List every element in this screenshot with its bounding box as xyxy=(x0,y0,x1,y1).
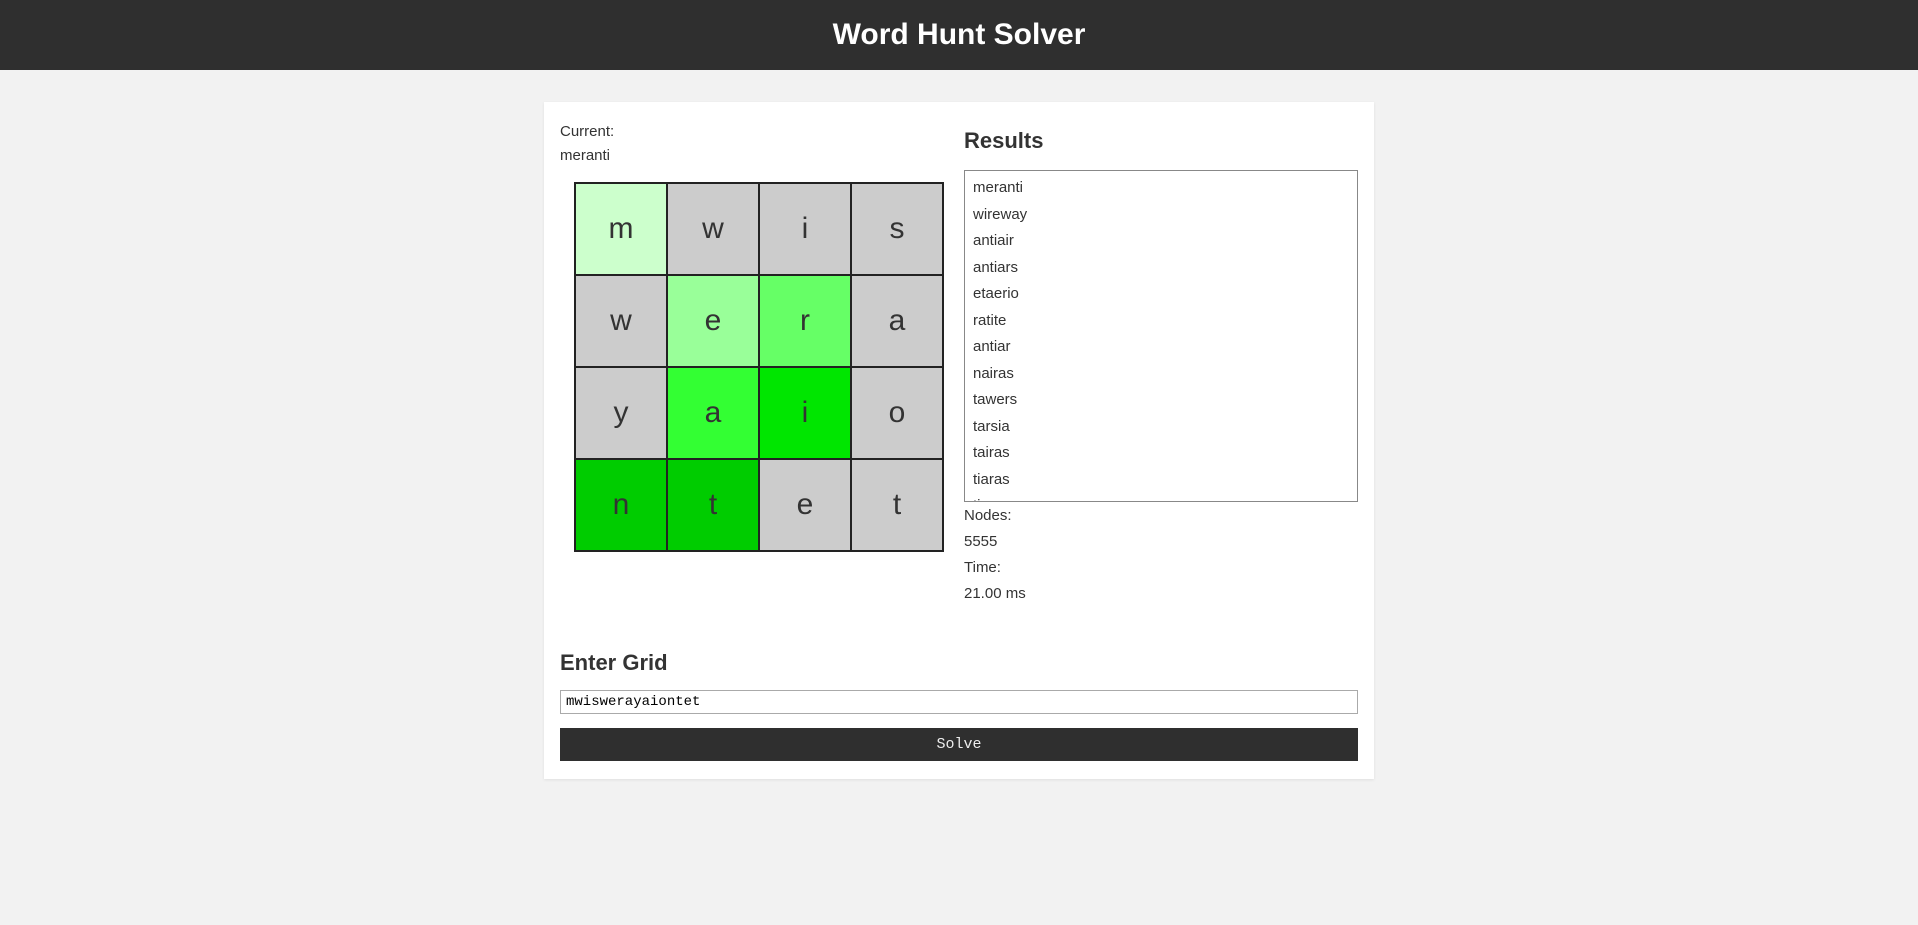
grid-cell[interactable]: e xyxy=(667,275,759,367)
grid-cell[interactable]: r xyxy=(759,275,851,367)
grid-cell[interactable]: n xyxy=(575,459,667,551)
top-row: Current: meranti m w i s w e r a y a i o… xyxy=(560,120,1358,606)
time-value: 21.00 ms xyxy=(964,582,1358,606)
result-item[interactable]: antiars xyxy=(973,255,1349,282)
solve-button[interactable]: Solve xyxy=(560,728,1358,761)
result-item[interactable]: tiaras xyxy=(973,467,1349,494)
grid-cell[interactable]: t xyxy=(667,459,759,551)
result-item[interactable]: wireway xyxy=(973,202,1349,229)
letter-grid: m w i s w e r a y a i o n t e t xyxy=(574,182,944,552)
result-item[interactable]: meranti xyxy=(973,175,1349,202)
grid-cell[interactable]: o xyxy=(851,367,943,459)
grid-cell[interactable]: a xyxy=(851,275,943,367)
nodes-label: Nodes: xyxy=(964,504,1358,528)
grid-cell[interactable]: e xyxy=(759,459,851,551)
grid-cell[interactable]: i xyxy=(759,367,851,459)
enter-grid-heading: Enter Grid xyxy=(560,650,1358,676)
result-item[interactable]: tiaras xyxy=(973,493,1349,502)
result-item[interactable]: ratite xyxy=(973,308,1349,335)
current-label: Current: xyxy=(560,120,944,144)
result-item[interactable]: tairas xyxy=(973,440,1349,467)
result-item[interactable]: nairas xyxy=(973,361,1349,388)
grid-cell[interactable]: a xyxy=(667,367,759,459)
results-list[interactable]: meranti wireway antiair antiars etaerio … xyxy=(964,170,1358,502)
right-panel: Results meranti wireway antiair antiars … xyxy=(964,120,1358,606)
page-title: Word Hunt Solver xyxy=(833,18,1086,51)
result-item[interactable]: antiair xyxy=(973,228,1349,255)
time-label: Time: xyxy=(964,556,1358,580)
grid-cell[interactable]: t xyxy=(851,459,943,551)
nodes-value: 5555 xyxy=(964,530,1358,554)
stats-block: Nodes: 5555 Time: 21.00 ms xyxy=(964,504,1358,606)
grid-cell[interactable]: y xyxy=(575,367,667,459)
result-item[interactable]: tarsia xyxy=(973,414,1349,441)
results-heading: Results xyxy=(964,128,1358,154)
result-item[interactable]: antiar xyxy=(973,334,1349,361)
left-panel: Current: meranti m w i s w e r a y a i o… xyxy=(560,120,944,606)
page-header: Word Hunt Solver xyxy=(0,0,1918,70)
grid-cell[interactable]: w xyxy=(575,275,667,367)
grid-cell[interactable]: s xyxy=(851,183,943,275)
result-item[interactable]: etaerio xyxy=(973,281,1349,308)
grid-cell[interactable]: i xyxy=(759,183,851,275)
current-word: meranti xyxy=(560,144,944,168)
main-card: Current: meranti m w i s w e r a y a i o… xyxy=(544,102,1374,779)
result-item[interactable]: tawers xyxy=(973,387,1349,414)
grid-cell[interactable]: m xyxy=(575,183,667,275)
grid-cell[interactable]: w xyxy=(667,183,759,275)
grid-input[interactable] xyxy=(560,690,1358,714)
